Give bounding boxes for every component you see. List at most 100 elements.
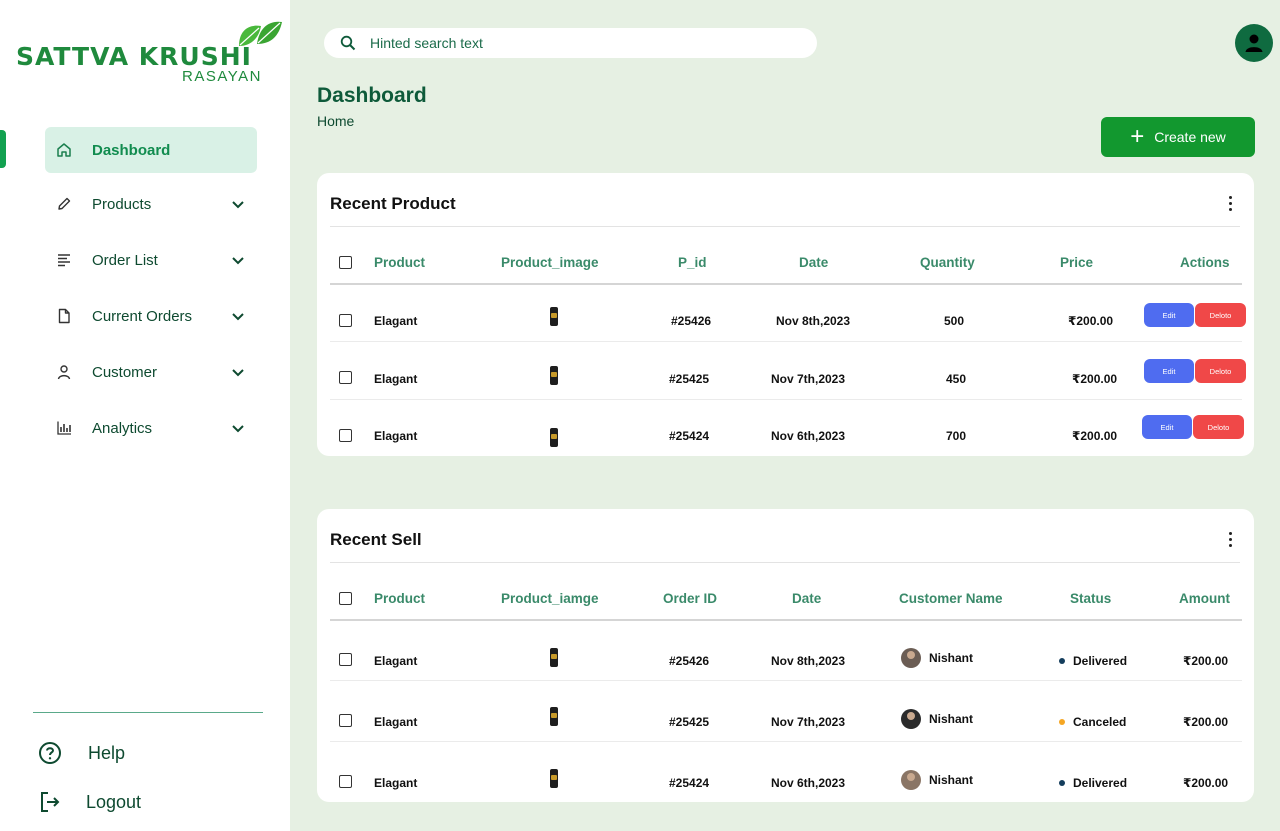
- row-checkbox[interactable]: [339, 653, 352, 666]
- search-bar: [324, 28, 817, 58]
- delete-button[interactable]: Deloto: [1195, 303, 1246, 327]
- sidebar-item-label: Customer: [92, 363, 158, 381]
- column-header[interactable]: Order ID: [663, 591, 717, 606]
- sidebar-item-label: Products: [92, 195, 152, 213]
- product-name: Elagant: [374, 314, 418, 328]
- recent-sell-card: Recent Sell Product Product_iamge Order …: [317, 509, 1254, 802]
- chevron-down-icon[interactable]: [230, 420, 246, 436]
- help-link[interactable]: Help: [38, 741, 125, 765]
- select-all-checkbox[interactable]: [339, 592, 352, 605]
- brand-logo[interactable]: SATTVA KRUSHI RASAYAN: [16, 20, 286, 90]
- status-dot: [1059, 658, 1065, 664]
- column-header[interactable]: Date: [792, 591, 821, 606]
- chevron-down-icon[interactable]: [230, 364, 246, 380]
- column-header[interactable]: Actions: [1180, 255, 1230, 270]
- column-header[interactable]: P_id: [678, 255, 707, 270]
- column-header[interactable]: Product: [374, 591, 425, 606]
- row-checkbox[interactable]: [339, 371, 352, 384]
- more-options-icon[interactable]: [1222, 529, 1238, 549]
- date: Nov 7th,2023: [771, 372, 846, 386]
- product-id: #25426: [671, 314, 712, 328]
- product-image: [550, 769, 558, 788]
- select-all-checkbox[interactable]: [339, 256, 352, 269]
- price: ₹200.00: [1068, 314, 1114, 328]
- row-divider: [330, 341, 1242, 342]
- document-icon: [55, 307, 73, 325]
- help-icon: [39, 742, 61, 764]
- sidebar-item-order-list[interactable]: Order List: [45, 237, 257, 283]
- more-options-icon[interactable]: [1222, 193, 1238, 213]
- user-avatar[interactable]: [1235, 24, 1273, 62]
- date: Nov 8th,2023: [771, 654, 846, 668]
- chevron-down-icon[interactable]: [230, 308, 246, 324]
- search-icon[interactable]: [340, 35, 356, 51]
- logout-label: Logout: [86, 791, 142, 812]
- quantity: 700: [946, 429, 967, 443]
- date: Nov 6th,2023: [771, 776, 846, 790]
- column-header[interactable]: Customer Name: [899, 591, 1003, 606]
- column-header[interactable]: Price: [1060, 255, 1093, 270]
- sidebar-item-label: Dashboard: [92, 141, 171, 159]
- list-icon: [55, 251, 73, 269]
- sidebar-item-customer[interactable]: Customer: [45, 349, 257, 395]
- sidebar-item-analytics[interactable]: Analytics: [45, 405, 257, 451]
- delete-button[interactable]: Deloto: [1193, 415, 1244, 439]
- price: ₹200.00: [1072, 429, 1118, 443]
- column-header[interactable]: Product: [374, 255, 425, 270]
- card-title: Recent Product: [330, 194, 456, 213]
- customer-avatar: [901, 648, 921, 668]
- create-new-label: Create new: [1154, 129, 1226, 145]
- edit-button[interactable]: Edit: [1144, 359, 1194, 383]
- sidebar-item-dashboard[interactable]: Dashboard: [45, 127, 257, 173]
- product-id: #25425: [669, 372, 710, 386]
- sidebar-divider: [33, 712, 263, 713]
- column-header[interactable]: Product_iamge: [501, 591, 599, 606]
- product-name: Elagant: [374, 715, 418, 729]
- header-divider: [330, 619, 1242, 621]
- logout-icon: [41, 792, 60, 812]
- edit-button[interactable]: Edit: [1144, 303, 1194, 327]
- date: Nov 7th,2023: [771, 715, 846, 729]
- date: Nov 8th,2023: [776, 314, 851, 328]
- brand-subtitle: RASAYAN: [182, 68, 262, 85]
- order-id: #25426: [669, 654, 710, 668]
- sidebar-item-current-orders[interactable]: Current Orders: [45, 293, 257, 339]
- customer-cell: Nishant: [901, 648, 973, 668]
- create-new-button[interactable]: + Create new: [1101, 117, 1255, 157]
- edit-button[interactable]: Edit: [1142, 415, 1192, 439]
- search-input[interactable]: [370, 28, 800, 58]
- product-id: #25424: [669, 429, 710, 443]
- amount: ₹200.00: [1183, 715, 1229, 729]
- status-badge: Delivered: [1059, 776, 1127, 790]
- column-header[interactable]: Status: [1070, 591, 1111, 606]
- sidebar-item-products[interactable]: Products: [45, 181, 257, 227]
- product-name: Elagant: [374, 776, 418, 790]
- date: Nov 6th,2023: [771, 429, 846, 443]
- column-header[interactable]: Quantity: [920, 255, 975, 270]
- brand-name: SATTVA KRUSHI: [16, 42, 252, 71]
- delete-button[interactable]: Deloto: [1195, 359, 1246, 383]
- sidebar-item-label: Analytics: [92, 419, 153, 437]
- row-checkbox[interactable]: [339, 714, 352, 727]
- row-divider: [330, 680, 1242, 681]
- active-nav-marker: [0, 130, 6, 168]
- row-checkbox[interactable]: [339, 429, 352, 442]
- product-name: Elagant: [374, 654, 418, 668]
- column-header[interactable]: Product_image: [501, 255, 599, 270]
- product-image: [550, 648, 558, 667]
- customer-cell: Nishant: [901, 770, 973, 790]
- column-header[interactable]: Amount: [1179, 591, 1230, 606]
- row-checkbox[interactable]: [339, 775, 352, 788]
- row-checkbox[interactable]: [339, 314, 352, 327]
- order-id: #25424: [669, 776, 710, 790]
- status-badge: Canceled: [1059, 715, 1126, 729]
- card-divider: [330, 226, 1240, 227]
- card-title: Recent Sell: [330, 530, 422, 549]
- column-header[interactable]: Date: [799, 255, 828, 270]
- chevron-down-icon[interactable]: [230, 252, 246, 268]
- logout-link[interactable]: Logout: [38, 790, 141, 814]
- chevron-down-icon[interactable]: [230, 196, 246, 212]
- bar-chart-icon: [55, 419, 73, 437]
- row-divider: [330, 399, 1242, 400]
- breadcrumb[interactable]: Home: [317, 113, 354, 129]
